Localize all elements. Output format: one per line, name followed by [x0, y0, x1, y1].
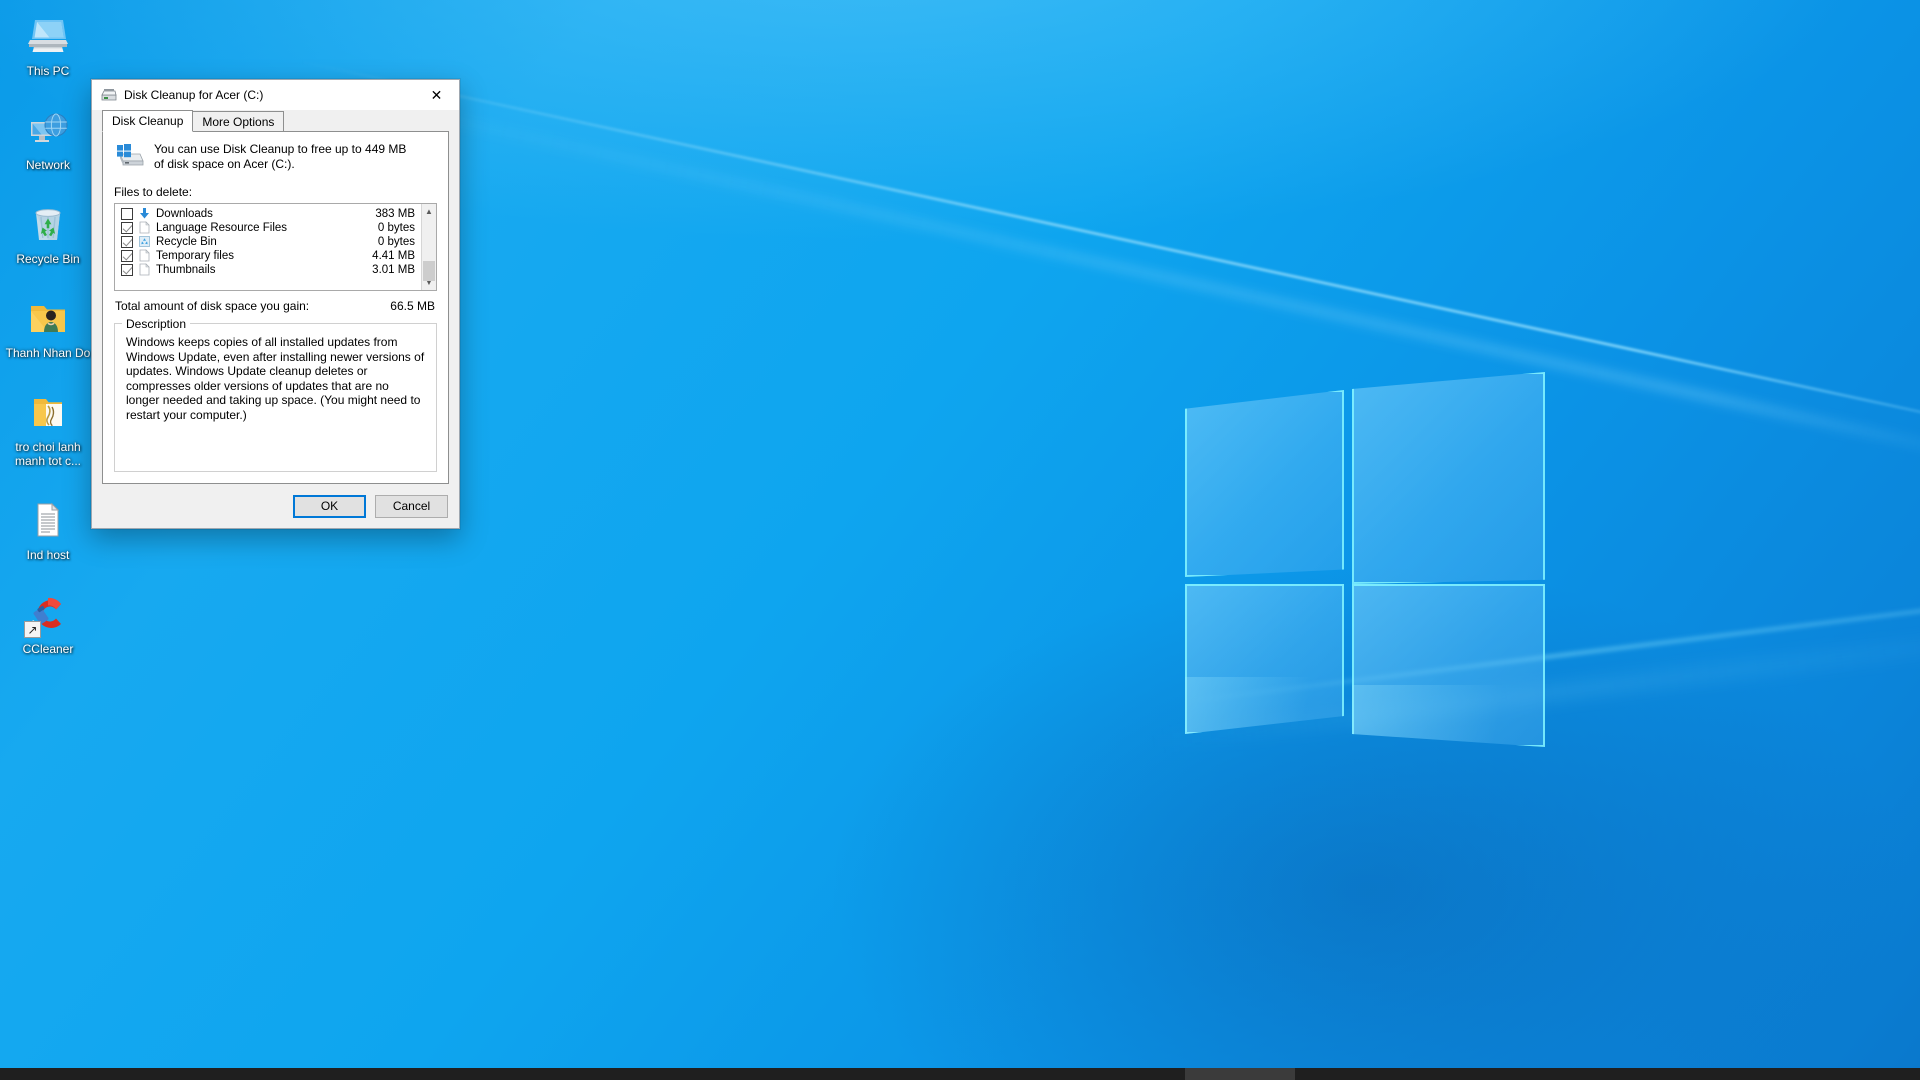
- desktop-icon-label: Network: [25, 158, 70, 172]
- shortcut-overlay-icon: ↗: [24, 621, 41, 638]
- folder-icon: [24, 388, 72, 436]
- file-size: 0 bytes: [377, 236, 415, 248]
- taskbar[interactable]: [0, 1068, 1920, 1080]
- files-to-delete-listbox[interactable]: Downloads 383 MB Language Resource Files…: [114, 203, 437, 291]
- description-groupbox: Description Windows keeps copies of all …: [114, 317, 437, 472]
- disk-cleanup-icon: [101, 87, 117, 103]
- desktop-icon-label: Thanh Nhan Do: [5, 346, 91, 360]
- dialog-footer: OK Cancel: [92, 484, 459, 528]
- file-checkbox[interactable]: [121, 250, 133, 262]
- network-icon: [24, 106, 72, 154]
- dialog-header-text: You can use Disk Cleanup to free up to 4…: [154, 142, 407, 171]
- logo-pane-streak: [1185, 677, 1344, 734]
- windows-logo-wallpaper: [1185, 372, 1545, 747]
- file-name: Downloads: [156, 208, 213, 220]
- ok-button[interactable]: OK: [293, 494, 366, 518]
- list-item[interactable]: Recycle Bin 0 bytes: [115, 235, 421, 249]
- desktop-icon-label: Ind host: [26, 548, 70, 562]
- file-size: 4.41 MB: [372, 250, 415, 262]
- recycle-bin-small-icon: [138, 235, 151, 249]
- file-checkbox[interactable]: [121, 208, 133, 220]
- desktop-icon-label: tro choi lanh manh tot c...: [14, 440, 82, 468]
- file-size: 3.01 MB: [372, 264, 415, 276]
- file-size: 383 MB: [375, 208, 415, 220]
- logo-pane-bottom-right: [1352, 584, 1545, 747]
- logo-pane-top-right: [1352, 372, 1545, 584]
- close-icon[interactable]: ✕: [414, 80, 459, 110]
- desktop-icon-label: This PC: [26, 64, 70, 78]
- dialog-header-row: You can use Disk Cleanup to free up to 4…: [114, 142, 437, 172]
- list-item[interactable]: Thumbnails 3.01 MB: [115, 263, 421, 277]
- list-item[interactable]: Downloads 383 MB: [115, 207, 421, 221]
- file-name: Recycle Bin: [156, 236, 217, 248]
- file-icon: [138, 249, 151, 263]
- logo-pane-streak: [1352, 685, 1545, 747]
- dialog-titlebar[interactable]: Disk Cleanup for Acer (C:) ✕: [92, 80, 459, 110]
- total-space-row: Total amount of disk space you gain: 66.…: [115, 299, 435, 313]
- taskbar-active-item[interactable]: [1185, 1068, 1295, 1080]
- file-name: Language Resource Files: [156, 222, 288, 234]
- desktop[interactable]: This PC Network Recycle Bin Thanh Nhan D…: [0, 0, 1920, 1080]
- file-checkbox[interactable]: [121, 222, 133, 234]
- desktop-icon-label: Recycle Bin: [16, 252, 80, 266]
- desktop-icon-label: CCleaner: [22, 642, 74, 656]
- file-icon: [138, 263, 151, 277]
- file-icon: [138, 221, 151, 235]
- total-space-label: Total amount of disk space you gain:: [115, 299, 310, 313]
- this-pc-icon: [24, 12, 72, 60]
- list-item[interactable]: Temporary files 4.41 MB: [115, 249, 421, 263]
- light-ray-diffuse: [297, 82, 1920, 457]
- logo-pane-bottom-left: [1185, 584, 1344, 734]
- download-arrow-icon: [138, 207, 151, 221]
- tab-strip: Disk Cleanup More Options: [102, 110, 449, 132]
- text-document-icon: [24, 496, 72, 544]
- list-scrollbar[interactable]: ▲ ▼: [421, 204, 436, 290]
- scrollbar-thumb[interactable]: [423, 261, 435, 281]
- desktop-icon-this-pc[interactable]: This PC: [0, 6, 96, 86]
- user-folder-icon: [24, 294, 72, 342]
- ccleaner-icon: ↗: [24, 590, 72, 638]
- desktop-icon-ccleaner[interactable]: ↗ CCleaner: [0, 584, 96, 664]
- file-checkbox[interactable]: [121, 264, 133, 276]
- hard-drive-icon: [114, 142, 144, 168]
- tab-more-options[interactable]: More Options: [192, 111, 285, 132]
- tab-panel-disk-cleanup: You can use Disk Cleanup to free up to 4…: [102, 131, 449, 484]
- desktop-icon-recycle-bin[interactable]: Recycle Bin: [0, 194, 96, 274]
- desktop-icon-ind-host[interactable]: Ind host: [0, 490, 96, 570]
- scrollbar-track[interactable]: [422, 219, 436, 281]
- recycle-bin-icon: [24, 200, 72, 248]
- logo-pane-top-left: [1185, 390, 1344, 577]
- description-legend: Description: [122, 317, 191, 331]
- desktop-icon-network[interactable]: Network: [0, 100, 96, 180]
- light-ray-primary: [299, 60, 1920, 423]
- desktop-icon-tro-choi[interactable]: tro choi lanh manh tot c...: [0, 382, 96, 476]
- desktop-icon-thanh-nhan-do[interactable]: Thanh Nhan Do: [0, 288, 96, 368]
- tab-disk-cleanup[interactable]: Disk Cleanup: [102, 110, 194, 132]
- file-name: Thumbnails: [156, 264, 216, 276]
- file-name: Temporary files: [156, 250, 234, 262]
- dialog-body: Disk Cleanup More Options You can use Di…: [92, 110, 459, 484]
- desktop-icon-grid: This PC Network Recycle Bin Thanh Nhan D…: [0, 6, 96, 678]
- file-checkbox[interactable]: [121, 236, 133, 248]
- description-text: Windows keeps copies of all installed up…: [126, 335, 425, 422]
- scroll-up-icon[interactable]: ▲: [422, 204, 436, 219]
- file-list-rows: Downloads 383 MB Language Resource Files…: [115, 204, 421, 290]
- file-size: 0 bytes: [377, 222, 415, 234]
- files-to-delete-label: Files to delete:: [114, 185, 193, 199]
- list-item[interactable]: Language Resource Files 0 bytes: [115, 221, 421, 235]
- cancel-button[interactable]: Cancel: [375, 494, 448, 518]
- total-space-value: 66.5 MB: [390, 299, 435, 313]
- dialog-title: Disk Cleanup for Acer (C:): [124, 88, 264, 102]
- disk-cleanup-dialog[interactable]: Disk Cleanup for Acer (C:) ✕ Disk Cleanu…: [91, 79, 460, 529]
